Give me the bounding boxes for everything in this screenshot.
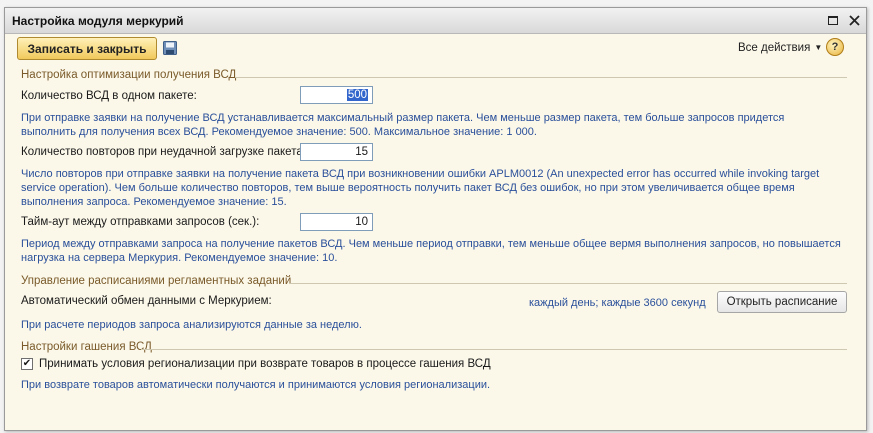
package-size-label: Количество ВСД в одном пакете: — [21, 90, 197, 102]
section-divider — [141, 349, 847, 350]
settings-window: Настройка модуля меркурий Записать и зак… — [4, 7, 867, 431]
auto-exchange-label: Автоматический обмен данными с Меркурием… — [21, 295, 272, 307]
package-size-input[interactable]: 500 — [300, 86, 373, 104]
form-content: Настройка оптимизации получения ВСД Коли… — [5, 8, 866, 430]
timeout-hint-1: Период между отправками запроса на получ… — [21, 238, 841, 250]
section-divider — [289, 283, 847, 284]
section-title-schedule: Управление расписаниями регламентных зад… — [21, 275, 292, 287]
redemption-hint: При возврате товаров автоматически получ… — [21, 379, 491, 391]
retries-hint-2: service operation). Чем больше количеств… — [21, 182, 795, 194]
retries-hint-1: Число повторов при отправке заявки на по… — [21, 168, 820, 180]
retries-label: Количество повторов при неудачной загруз… — [21, 146, 306, 158]
package-size-value: 500 — [346, 89, 368, 101]
schedule-hint: При расчете периодов запроса анализируют… — [21, 319, 362, 331]
timeout-label: Тайм-аут между отправками запросов (сек.… — [21, 216, 260, 228]
schedule-value: каждый день; каждые 3600 секунд — [529, 297, 706, 309]
regionalization-checkbox-label[interactable]: Принимать условия регионализации при воз… — [39, 358, 491, 370]
section-title-redemption: Настройки гашения ВСД — [21, 341, 152, 353]
section-divider — [235, 77, 847, 78]
timeout-hint-2: нагрузка на сервера Меркурия. Рекомендуе… — [21, 252, 338, 264]
retries-input[interactable]: 15 — [300, 143, 373, 161]
section-title-optimization: Настройка оптимизации получения ВСД — [21, 69, 237, 81]
timeout-input[interactable]: 10 — [300, 213, 373, 231]
package-size-hint-1: При отправке заявки на получение ВСД уст… — [21, 112, 785, 124]
regionalization-checkbox[interactable]: ✔ — [21, 358, 33, 370]
package-size-hint-2: выполнить для получения всех ВСД. Рекоме… — [21, 126, 537, 138]
checkmark-icon: ✔ — [22, 358, 32, 369]
open-schedule-button[interactable]: Открыть расписание — [717, 291, 847, 313]
retries-hint-3: выполнения запроса. Рекомендуемое значен… — [21, 196, 287, 208]
